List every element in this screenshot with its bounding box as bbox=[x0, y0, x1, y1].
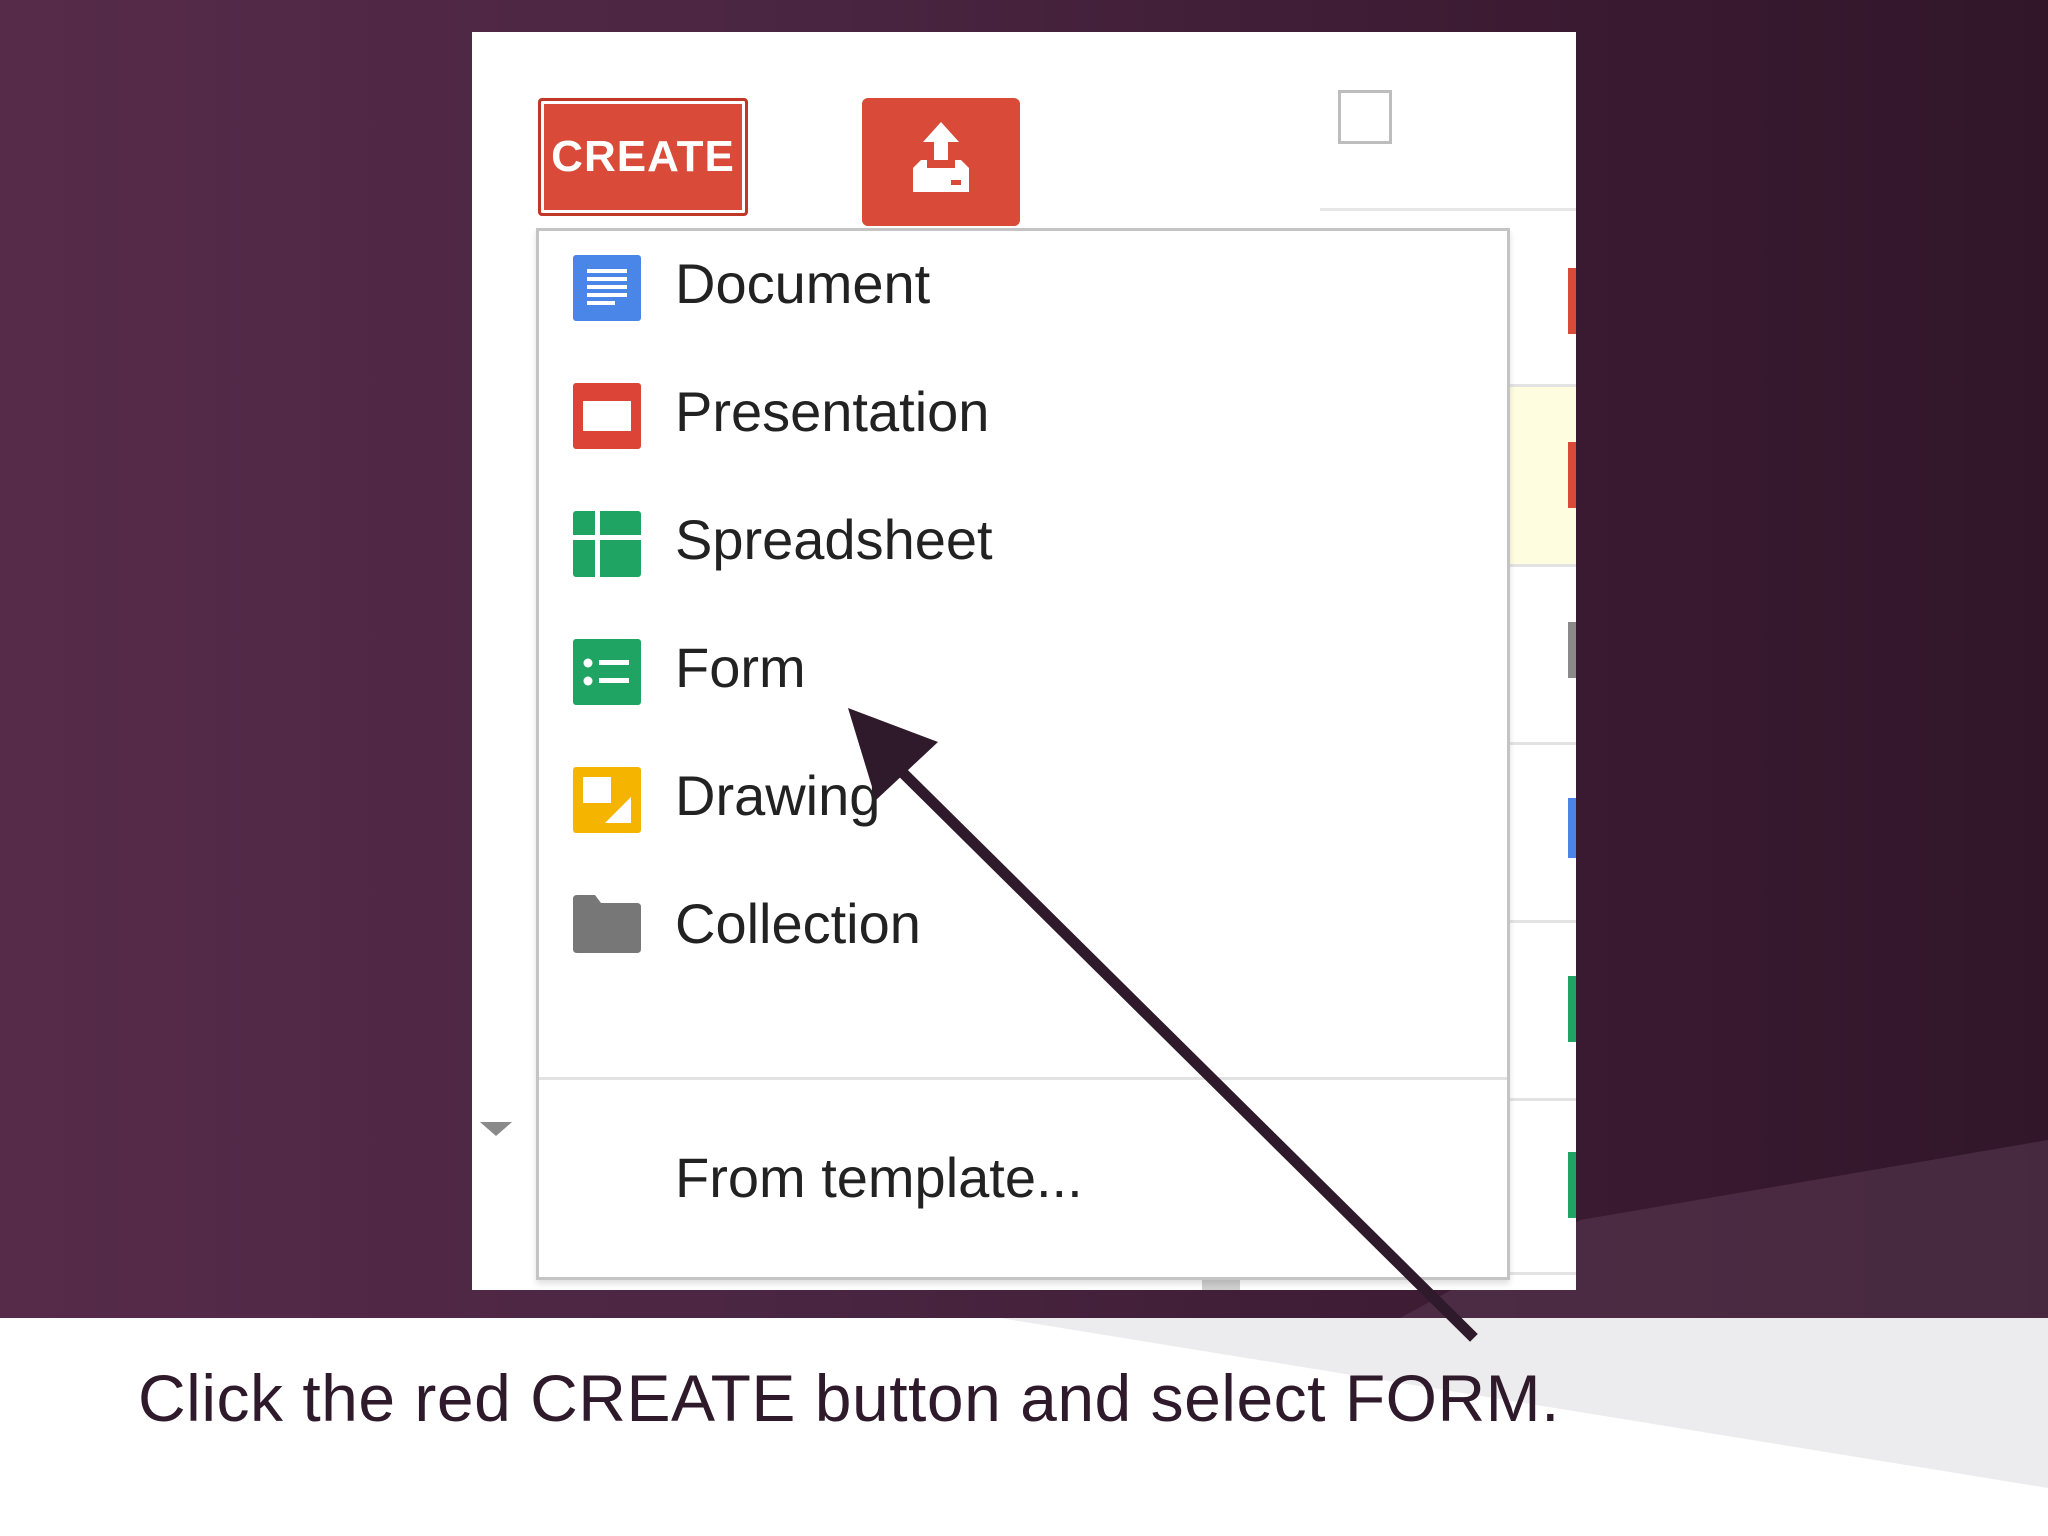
menu-item-presentation[interactable]: Presentation bbox=[539, 359, 1507, 469]
menu-item-from-template[interactable]: From template... bbox=[539, 1105, 1507, 1241]
collapse-arrow-icon[interactable] bbox=[480, 1122, 512, 1136]
file-type-marker bbox=[1568, 268, 1576, 334]
create-menu: Document Presentation Spreadsheet Form D… bbox=[536, 228, 1510, 1280]
create-button-label: CREATE bbox=[551, 132, 735, 181]
upload-icon bbox=[909, 120, 973, 205]
menu-item-collection[interactable]: Collection bbox=[539, 871, 1507, 981]
file-row-divider bbox=[1508, 384, 1576, 387]
drive-screenshot-panel: CREATE Document Presentation Spreadsheet… bbox=[472, 32, 1576, 1290]
file-type-marker bbox=[1568, 1152, 1576, 1218]
folder-icon bbox=[573, 895, 641, 961]
menu-item-label: Collection bbox=[675, 892, 921, 955]
menu-item-spreadsheet[interactable]: Spreadsheet bbox=[539, 487, 1507, 597]
menu-item-label: Presentation bbox=[675, 380, 990, 443]
menu-divider bbox=[539, 1077, 1507, 1080]
file-type-marker bbox=[1568, 798, 1576, 858]
menu-item-label: From template... bbox=[675, 1146, 1083, 1209]
file-row-divider bbox=[1508, 920, 1576, 923]
menu-item-drawing[interactable]: Drawing bbox=[539, 743, 1507, 853]
menu-item-label: Drawing bbox=[675, 764, 881, 827]
file-type-marker bbox=[1568, 442, 1576, 508]
select-all-checkbox[interactable] bbox=[1338, 90, 1392, 144]
file-row-divider bbox=[1508, 564, 1576, 567]
menu-item-label: Document bbox=[675, 252, 931, 315]
presentation-icon bbox=[573, 383, 641, 449]
create-button[interactable]: CREATE bbox=[538, 98, 748, 216]
file-row-divider bbox=[1508, 1098, 1576, 1101]
list-header-divider bbox=[1320, 208, 1576, 211]
document-icon bbox=[573, 255, 641, 321]
menu-item-document[interactable]: Document bbox=[539, 231, 1507, 341]
drawing-icon bbox=[573, 767, 641, 833]
menu-item-label: Form bbox=[675, 636, 806, 699]
menu-item-label: Spreadsheet bbox=[675, 508, 993, 571]
file-type-marker bbox=[1568, 622, 1576, 678]
file-row-divider bbox=[1508, 742, 1576, 745]
highlighted-file-row bbox=[1508, 386, 1576, 564]
file-row-divider bbox=[1508, 1272, 1576, 1275]
instruction-caption: Click the red CREATE button and select F… bbox=[138, 1361, 1560, 1435]
spreadsheet-icon bbox=[573, 511, 641, 577]
form-icon bbox=[573, 639, 641, 705]
file-type-marker bbox=[1568, 976, 1576, 1042]
menu-item-form[interactable]: Form bbox=[539, 615, 1507, 725]
upload-button[interactable] bbox=[862, 98, 1020, 226]
